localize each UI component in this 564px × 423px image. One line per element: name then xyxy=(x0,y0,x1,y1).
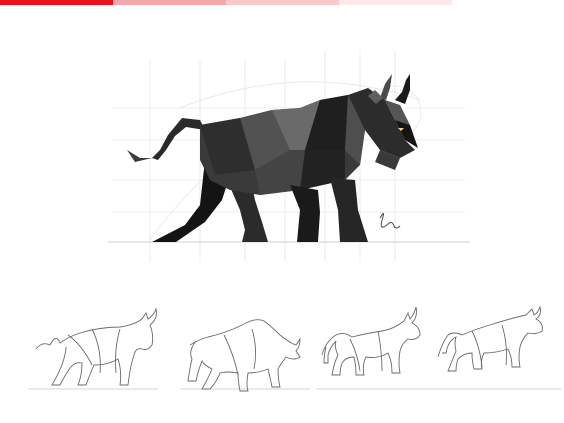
low-poly-bull-icon xyxy=(127,74,418,242)
bull-sketch-icon xyxy=(432,305,562,390)
bull-sketch-icon xyxy=(316,306,446,390)
artist-signature xyxy=(379,212,401,229)
bull-sketch-icon xyxy=(28,307,158,390)
sketch-row xyxy=(0,305,564,405)
bull-sketch-icon xyxy=(180,319,310,392)
